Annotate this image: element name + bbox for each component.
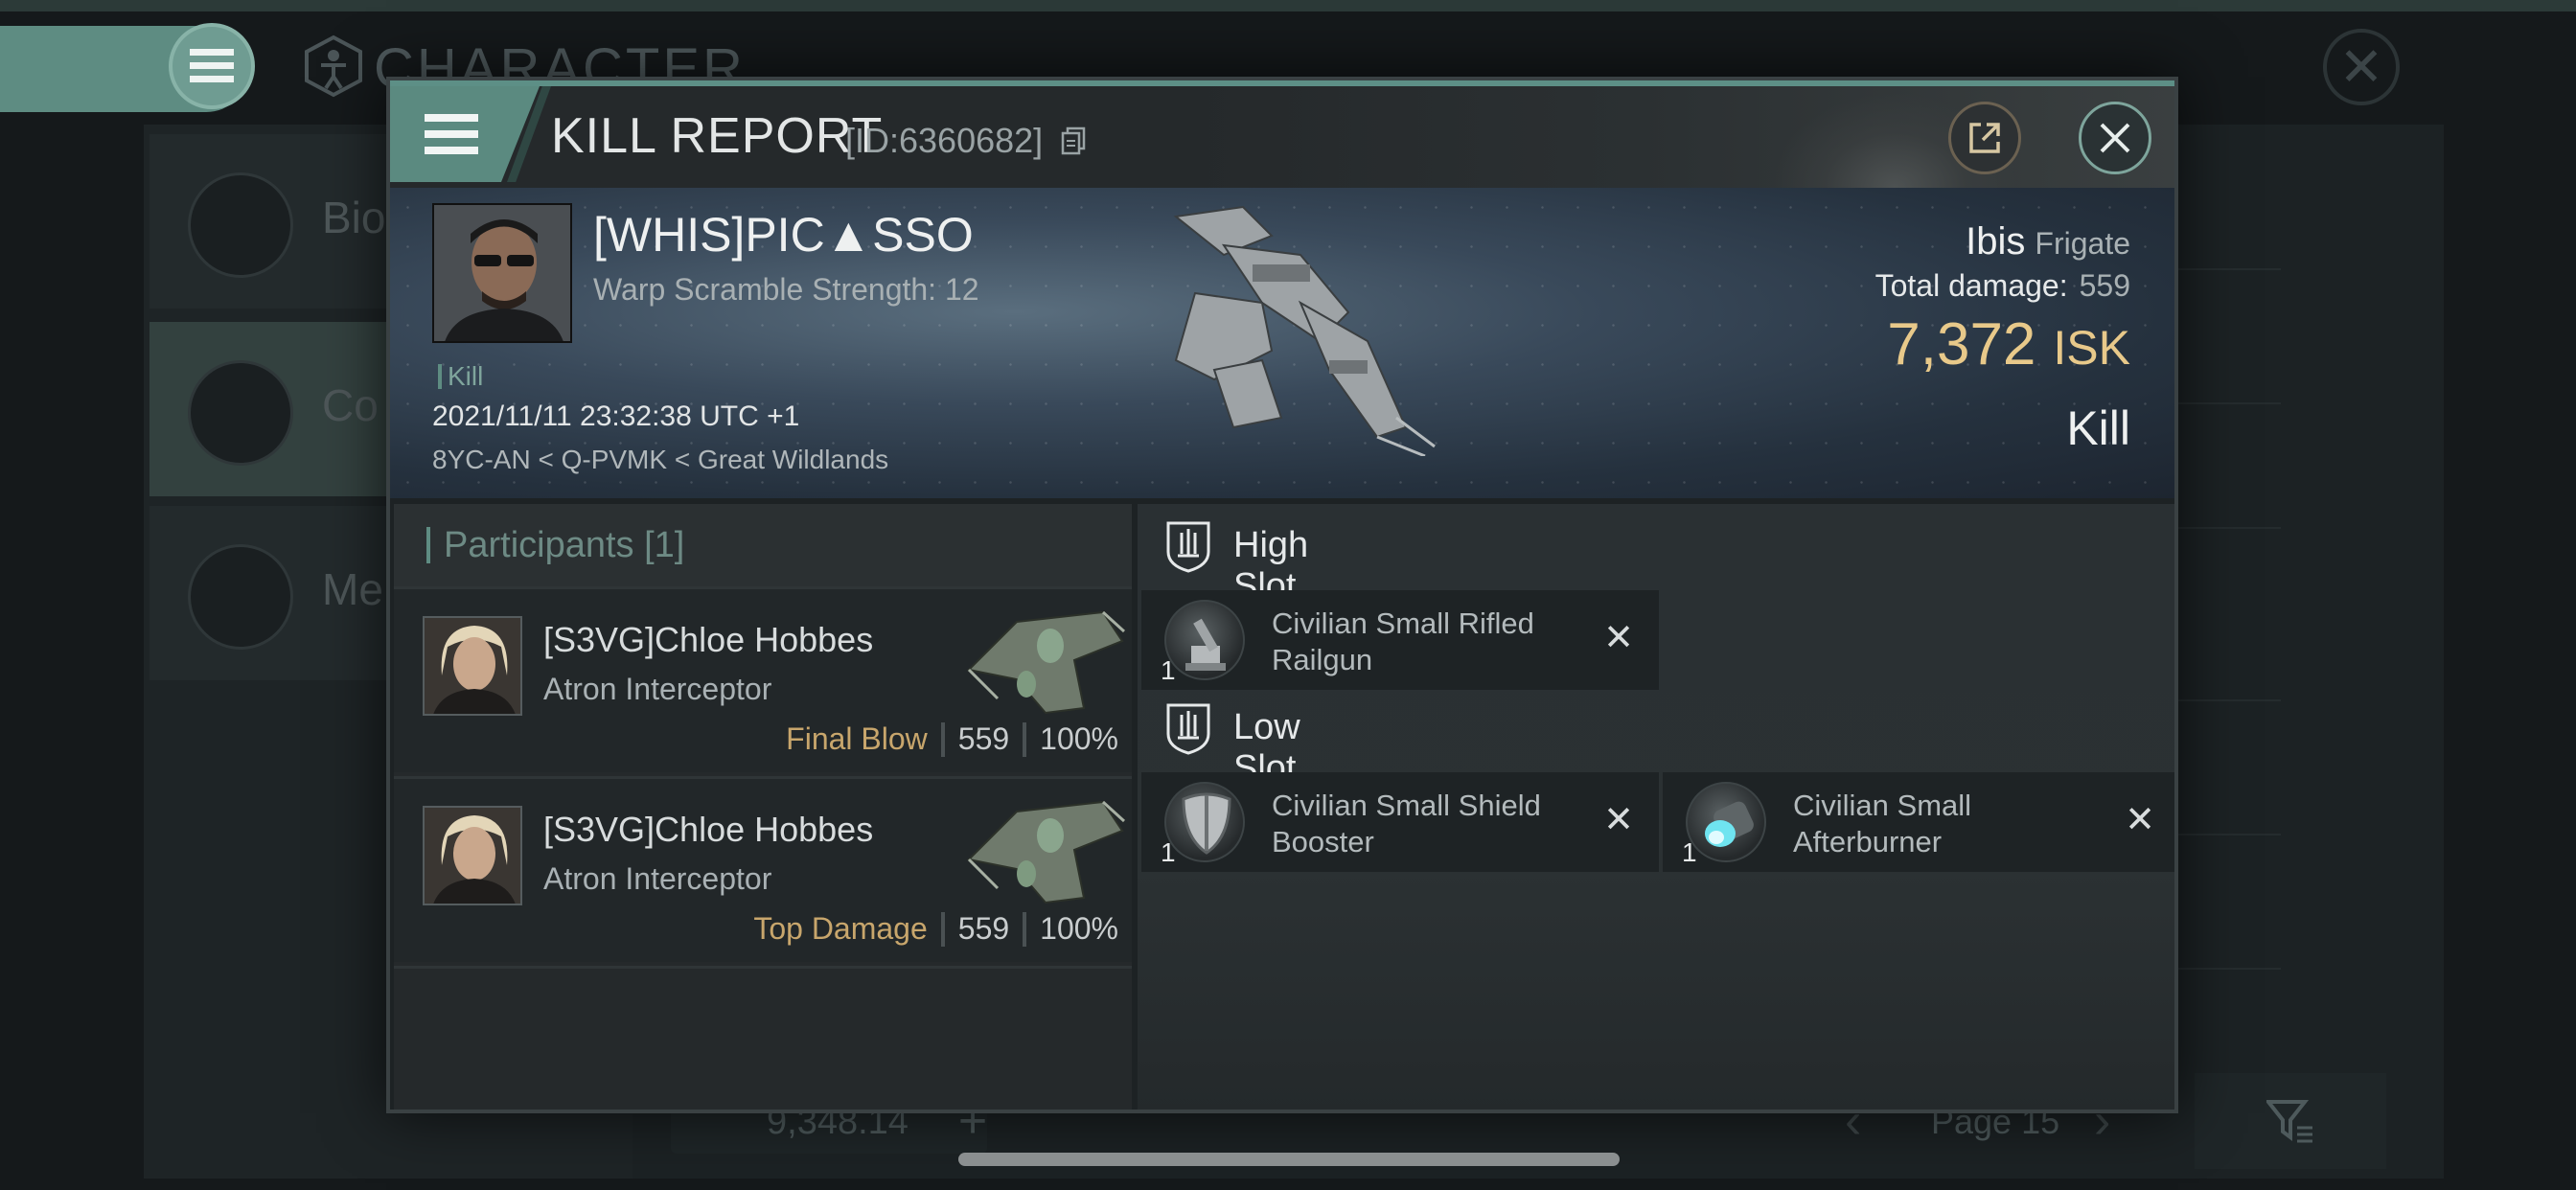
attacker-tag: Final Blow: [786, 721, 928, 756]
participant-row[interactable]: [S3VG]Chloe Hobbes Atron Interceptor Top…: [394, 776, 1132, 962]
share-button[interactable]: [1948, 102, 2021, 174]
share-icon: [1969, 123, 2000, 153]
stat-separator: [1023, 911, 1027, 947]
header-accent: [426, 527, 430, 563]
module-name: Civilian Small Shield Booster: [1272, 789, 1541, 858]
attacker-damage: 559: [957, 721, 1010, 756]
kill-location[interactable]: 8YC-AN < Q-PVMK < Great Wildlands: [432, 445, 888, 475]
fitting-panel: High Slot 1 Civilian Small Rifled Railgu…: [1138, 504, 2174, 1110]
copy-icon[interactable]: [1061, 126, 1086, 155]
ship-name: Ibis: [1966, 220, 2026, 263]
attacker-name: [S3VG]Chloe Hobbes: [543, 620, 874, 659]
filter-icon: [2266, 1100, 2312, 1143]
ship-class: Frigate: [2035, 226, 2130, 261]
shield-booster-icon: [1164, 782, 1245, 862]
side-item-label: Me: [322, 564, 383, 614]
afterburner-icon: [1686, 782, 1766, 862]
side-item-label: Bio: [322, 193, 386, 242]
kill-result: Kill: [2066, 401, 2130, 455]
portrait-image: [425, 618, 520, 714]
attacker-damage: 559: [957, 911, 1010, 946]
warp-scramble-strength: Warp Scramble Strength: 12: [593, 272, 979, 307]
side-item-label: Co: [322, 380, 379, 430]
isk-unit: ISK: [2053, 321, 2130, 375]
participant-row[interactable]: [S3VG]Chloe Hobbes Atron Interceptor Fin…: [394, 586, 1132, 772]
module-name: Civilian Small Afterburner: [1793, 789, 1972, 858]
attacker-portrait[interactable]: [423, 616, 522, 716]
filter-button[interactable]: [2195, 1073, 2386, 1169]
participants-panel: Participants [1] [S3VG]Chloe Hobbes Atro…: [394, 504, 1132, 1110]
attacker-name: [S3VG]Chloe Hobbes: [543, 810, 874, 849]
attacker-ship: Atron Interceptor: [543, 861, 772, 896]
modal-title: KILL REPORT: [551, 108, 884, 164]
hamburger-icon: [190, 49, 234, 82]
star-icon: [188, 544, 293, 650]
attacker-stats: Final Blow 559 100%: [786, 721, 1118, 757]
victim-name[interactable]: [WHIS]PIC▲SSO: [593, 207, 974, 263]
railgun-icon: [1164, 600, 1245, 680]
crossed-swords-icon: [188, 360, 293, 466]
background-menu-button[interactable]: [169, 23, 255, 109]
close-icon: [2100, 123, 2130, 153]
kill-type-tag: Kill: [438, 363, 483, 390]
module-item[interactable]: 1 Civilian Small Shield Booster ✕: [1141, 772, 1659, 872]
module-quantity: 1: [1161, 655, 1176, 685]
module-item[interactable]: 1 Civilian Small Afterburner ✕: [1663, 772, 2174, 872]
close-icon: ✕: [2338, 36, 2384, 97]
home-indicator: [958, 1153, 1620, 1166]
portrait-image: [434, 205, 570, 341]
top-status-bar: [0, 0, 2576, 11]
attacker-portrait[interactable]: [423, 806, 522, 905]
attacker-tag: Top Damage: [753, 911, 928, 946]
kill-report-id: [ID:6360682]: [845, 121, 1044, 160]
isk-value: 7,372 ISK: [1887, 310, 2130, 378]
stat-separator: [1023, 721, 1027, 757]
kill-report-modal: KILL REPORT [ID:6360682] [WHIS]PIC▲SSO W…: [386, 77, 2178, 1113]
stat-separator: [940, 911, 945, 947]
stat-separator: [940, 721, 945, 757]
attacker-ship-image: [966, 610, 1126, 715]
portrait-image: [425, 808, 520, 904]
total-damage-value: 559: [2079, 268, 2130, 303]
destroyed-x-icon: ✕: [2125, 800, 2155, 840]
row-divider: [394, 966, 1132, 969]
attacker-stats: Top Damage 559 100%: [753, 911, 1118, 947]
background-close-button[interactable]: ✕: [2323, 29, 2400, 105]
total-damage: Total damage: 559: [1875, 268, 2130, 304]
victim-ship-image[interactable]: [1157, 197, 1444, 456]
isk-amount: 7,372: [1887, 311, 2036, 378]
destroyed-x-icon: ✕: [1603, 618, 1634, 658]
victim-panel: [WHIS]PIC▲SSO Warp Scramble Strength: 12…: [390, 188, 2174, 498]
character-icon: [305, 34, 362, 98]
kill-datetime: 2021/11/11 23:32:38 UTC +1: [432, 400, 800, 432]
attacker-percent: 100%: [1040, 721, 1118, 756]
module-item[interactable]: 1 Civilian Small Rifled Railgun ✕: [1141, 590, 1659, 690]
attacker-ship: Atron Interceptor: [543, 672, 772, 706]
destroyed-x-icon: ✕: [1603, 800, 1634, 840]
modal-close-button[interactable]: [2079, 102, 2151, 174]
victim-portrait[interactable]: [432, 203, 572, 343]
module-quantity: 1: [1161, 837, 1176, 867]
total-damage-label: Total damage:: [1874, 268, 2068, 303]
hamburger-icon: [425, 114, 478, 154]
victim-ship-name[interactable]: Ibis Frigate: [1966, 220, 2130, 263]
attacker-ship-image: [966, 800, 1126, 904]
participants-header: Participants [1]: [394, 504, 1132, 586]
low-slot-icon: [1166, 703, 1210, 755]
participants-title: Participants [1]: [444, 525, 685, 565]
module-name: Civilian Small Rifled Railgun: [1272, 606, 1534, 676]
attacker-percent: 100%: [1040, 911, 1118, 946]
list-icon: [188, 172, 293, 278]
module-quantity: 1: [1682, 837, 1697, 867]
high-slot-icon: [1166, 521, 1210, 573]
